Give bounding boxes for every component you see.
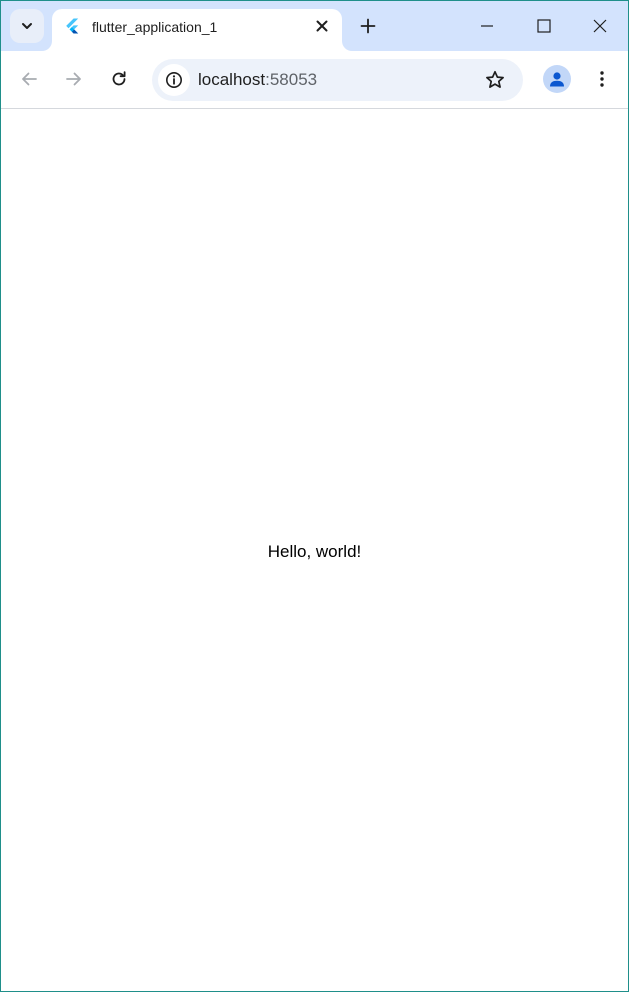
chevron-down-icon [22,23,32,29]
maximize-icon [536,19,551,33]
close-window-button[interactable] [571,1,628,51]
tab-strip: flutter_application_1 [1,1,628,51]
url-port: :58053 [265,70,318,89]
browser-toolbar: localhost:58053 [1,51,628,109]
person-icon [550,72,564,87]
more-vert-icon [600,71,604,87]
hello-text: Hello, world! [267,542,362,561]
reload-button[interactable] [103,63,135,95]
close-tab-button[interactable] [312,16,332,36]
star-icon [486,70,504,88]
profile-button[interactable] [543,65,571,93]
minimize-button[interactable] [458,1,515,51]
browser-window: flutter_application_1 localhost:58053 He… [0,0,629,992]
tab-title: flutter_application_1 [92,19,218,35]
back-button[interactable] [13,63,45,95]
close-icon [316,20,328,32]
url-text[interactable]: localhost:58053 [198,70,317,90]
maximize-button[interactable] [515,1,572,51]
forward-button[interactable] [58,63,90,95]
address-bar[interactable]: localhost:58053 [152,59,523,101]
arrow-right-icon [66,72,81,86]
new-tab-button[interactable] [355,13,381,39]
site-info-button[interactable] [158,64,190,96]
bookmark-button[interactable] [483,68,507,92]
search-tabs-button[interactable] [10,9,44,43]
flutter-logo-icon [66,18,79,34]
close-icon [593,19,606,33]
minimize-icon [480,25,493,27]
menu-button[interactable] [586,63,618,95]
reload-icon [112,71,126,86]
tab-active[interactable]: flutter_application_1 [52,9,342,51]
arrow-left-icon [22,72,37,86]
plus-icon [360,18,376,34]
url-host: localhost [198,70,266,89]
info-icon [166,72,182,88]
page-content: Hello, world! [1,109,628,991]
